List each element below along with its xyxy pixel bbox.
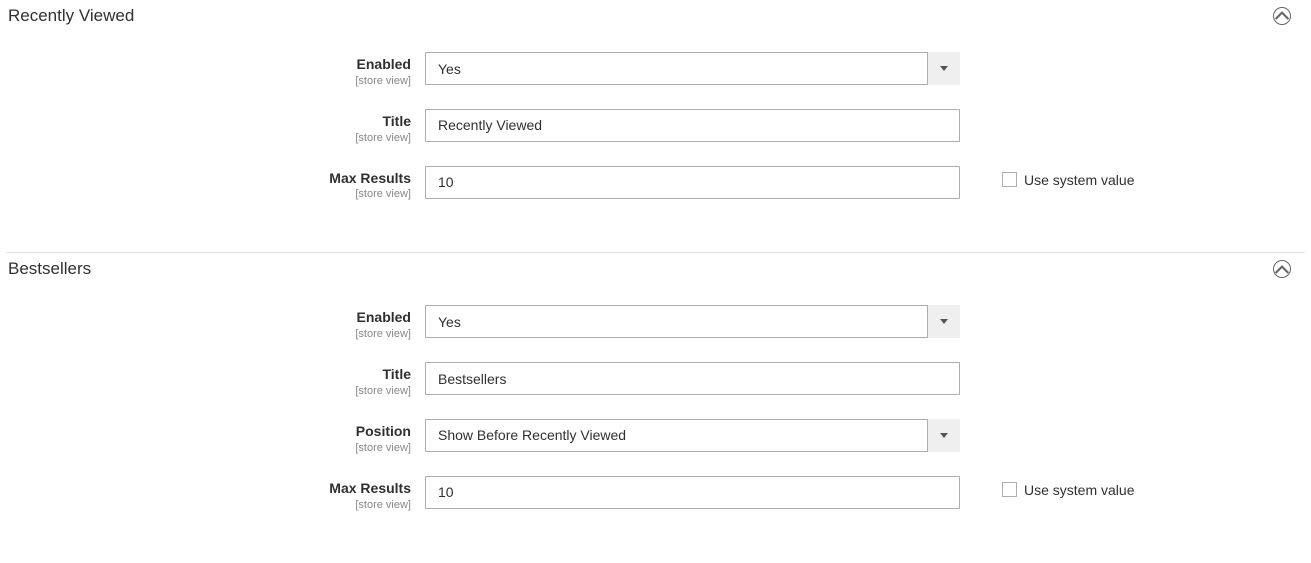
field-input-col: Yes — [425, 52, 960, 85]
title-input[interactable] — [425, 109, 960, 142]
field-label: Max Results — [0, 480, 411, 497]
use-system-label: Use system value — [1024, 172, 1134, 188]
title-input[interactable] — [425, 362, 960, 395]
field-row-enabled: Enabled [store view] Yes — [0, 52, 1311, 87]
section-title: Bestsellers — [8, 259, 91, 279]
chevron-up-icon — [1273, 7, 1291, 25]
field-row-enabled: Enabled [store view] Yes — [0, 305, 1311, 340]
section-recently-viewed: Recently Viewed Enabled [store view] Yes — [0, 0, 1311, 252]
field-input-col — [425, 109, 960, 142]
use-system-label: Use system value — [1024, 482, 1134, 498]
field-row-title: Title [store view] — [0, 362, 1311, 397]
use-system-checkbox[interactable] — [1002, 172, 1017, 187]
field-label-col: Enabled [store view] — [0, 52, 425, 87]
enabled-select[interactable]: Yes — [425, 52, 960, 85]
field-label-col: Max Results [store view] — [0, 166, 425, 201]
field-scope: [store view] — [0, 328, 411, 340]
field-scope: [store view] — [0, 442, 411, 454]
max-results-input[interactable] — [425, 476, 960, 509]
field-scope: [store view] — [0, 499, 411, 511]
select-wrap: Yes — [425, 305, 960, 338]
section-header-bestsellers[interactable]: Bestsellers — [0, 253, 1311, 285]
field-label-col: Max Results [store view] — [0, 476, 425, 511]
select-wrap: Show Before Recently Viewed — [425, 419, 960, 452]
field-input-col — [425, 362, 960, 395]
select-wrap: Yes — [425, 52, 960, 85]
field-input-col: Yes — [425, 305, 960, 338]
field-row-max-results: Max Results [store view] Use system valu… — [0, 166, 1311, 201]
section-bestsellers: Bestsellers Enabled [store view] Yes — [0, 253, 1311, 562]
field-label: Enabled — [0, 56, 411, 73]
field-input-col: Show Before Recently Viewed — [425, 419, 960, 452]
field-extra-col: Use system value — [960, 476, 1134, 498]
max-results-input[interactable] — [425, 166, 960, 199]
use-system-checkbox[interactable] — [1002, 482, 1017, 497]
field-label-col: Title [store view] — [0, 362, 425, 397]
field-row-position: Position [store view] Show Before Recent… — [0, 419, 1311, 454]
field-scope: [store view] — [0, 385, 411, 397]
field-input-col — [425, 476, 960, 509]
position-select[interactable]: Show Before Recently Viewed — [425, 419, 960, 452]
enabled-select[interactable]: Yes — [425, 305, 960, 338]
field-label-col: Title [store view] — [0, 109, 425, 144]
field-label: Position — [0, 423, 411, 440]
field-label: Title — [0, 113, 411, 130]
section-header-recently-viewed[interactable]: Recently Viewed — [0, 0, 1311, 32]
field-input-col — [425, 166, 960, 199]
field-scope: [store view] — [0, 188, 411, 200]
field-row-max-results: Max Results [store view] Use system valu… — [0, 476, 1311, 511]
field-label: Enabled — [0, 309, 411, 326]
section-body: Enabled [store view] Yes Title [store vi… — [0, 32, 1311, 252]
field-label: Title — [0, 366, 411, 383]
field-scope: [store view] — [0, 132, 411, 144]
field-row-title: Title [store view] — [0, 109, 1311, 144]
chevron-up-icon — [1273, 260, 1291, 278]
field-scope: [store view] — [0, 75, 411, 87]
field-extra-col: Use system value — [960, 166, 1134, 188]
field-label-col: Enabled [store view] — [0, 305, 425, 340]
field-label: Max Results — [0, 170, 411, 187]
field-label-col: Position [store view] — [0, 419, 425, 454]
section-title: Recently Viewed — [8, 6, 134, 26]
section-body: Enabled [store view] Yes Title [store vi… — [0, 285, 1311, 562]
